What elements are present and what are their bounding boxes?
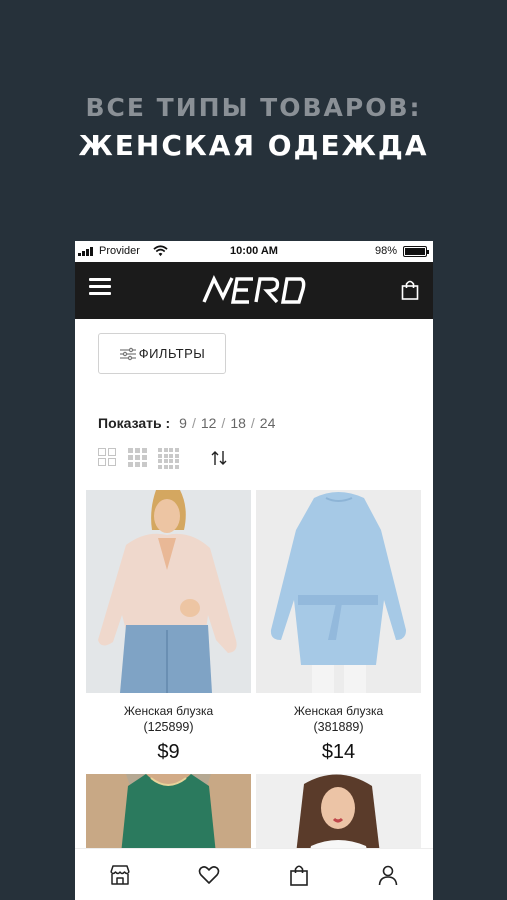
bottom-tab-bar [75,848,433,900]
product-card[interactable]: Женская блузка (381889) $14 [256,490,421,764]
cart-bag-icon[interactable] [401,280,419,300]
show-option-24[interactable]: 24 [260,415,276,431]
promo-line-1: ВСЕ ТИПЫ ТОВАРОВ: [85,93,422,122]
product-name: Женская блузка [123,704,214,718]
filters-button[interactable]: ФИЛЬТРЫ [98,333,226,374]
product-card[interactable]: Женская блузка (125899) $9 [86,490,251,764]
status-bar: Provider 10:00 AM 98% [75,241,433,262]
product-name: Женская блузка [293,704,384,718]
sort-icon[interactable] [210,450,228,466]
product-card[interactable] [256,774,421,854]
user-icon[interactable] [376,863,400,887]
grid-3-icon[interactable] [128,448,148,468]
show-option-9[interactable]: 9 [179,415,187,431]
product-image[interactable] [256,774,421,854]
product-image[interactable] [86,774,251,854]
product-card[interactable] [86,774,251,854]
show-option-12[interactable]: 12 [201,415,217,431]
top-navbar [75,262,433,319]
product-price: $14 [321,741,356,763]
sliders-icon [119,347,136,360]
product-image[interactable] [256,490,421,693]
shopping-bag-icon[interactable] [287,863,311,887]
product-sku: (125899) [143,720,194,734]
grid-4-icon[interactable] [158,448,179,469]
heart-icon[interactable] [197,863,221,887]
product-sku: (381889) [313,720,364,734]
product-price: $9 [157,741,180,763]
filters-label: ФИЛЬТРЫ [138,346,206,361]
nero-logo [202,275,306,304]
grid-2-icon[interactable] [98,448,118,468]
promo-headline: ВСЕ ТИПЫ ТОВАРОВ: ЖЕНСКАЯ ОДЕЖДА [0,92,507,166]
show-label: Показать : [98,415,171,431]
product-image[interactable] [86,490,251,693]
show-option-18[interactable]: 18 [230,415,246,431]
hamburger-icon[interactable] [89,278,111,296]
phone-screen: Provider 10:00 AM 98% ФИЛЬТРЫ Показать:… [75,241,433,900]
battery-icon [403,246,429,257]
promo-line-2: ЖЕНСКАЯ ОДЕЖДА [78,129,429,162]
battery-percent: 98% [374,245,397,257]
store-icon[interactable] [108,863,132,887]
view-controls [98,448,228,469]
show-per-page: Показать : 9 / 12 / 18 / 24 [98,415,276,431]
